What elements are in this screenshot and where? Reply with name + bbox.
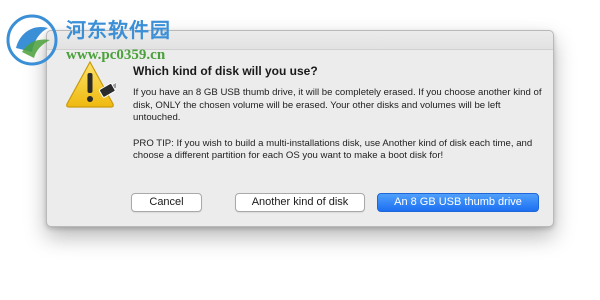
dialog-message: If you have an 8 GB USB thumb drive, it … [133,87,543,163]
screen: 河东软件园 www.pc0359.cn Which kind of disk w… [0,0,600,300]
watermark: 河东软件园 www.pc0359.cn [0,0,230,75]
dialog-paragraph-2: PRO TIP: If you wish to build a multi-in… [133,137,533,162]
dialog-paragraph-1: If you have an 8 GB USB thumb drive, it … [133,87,542,123]
watermark-logo-icon [6,14,58,66]
usb-thumb-drive-button[interactable]: An 8 GB USB thumb drive [377,193,539,212]
cancel-button[interactable]: Cancel [131,193,202,212]
watermark-url: www.pc0359.cn [66,47,166,63]
another-kind-of-disk-button[interactable]: Another kind of disk [235,193,365,212]
watermark-title: 河东软件园 [66,18,171,42]
